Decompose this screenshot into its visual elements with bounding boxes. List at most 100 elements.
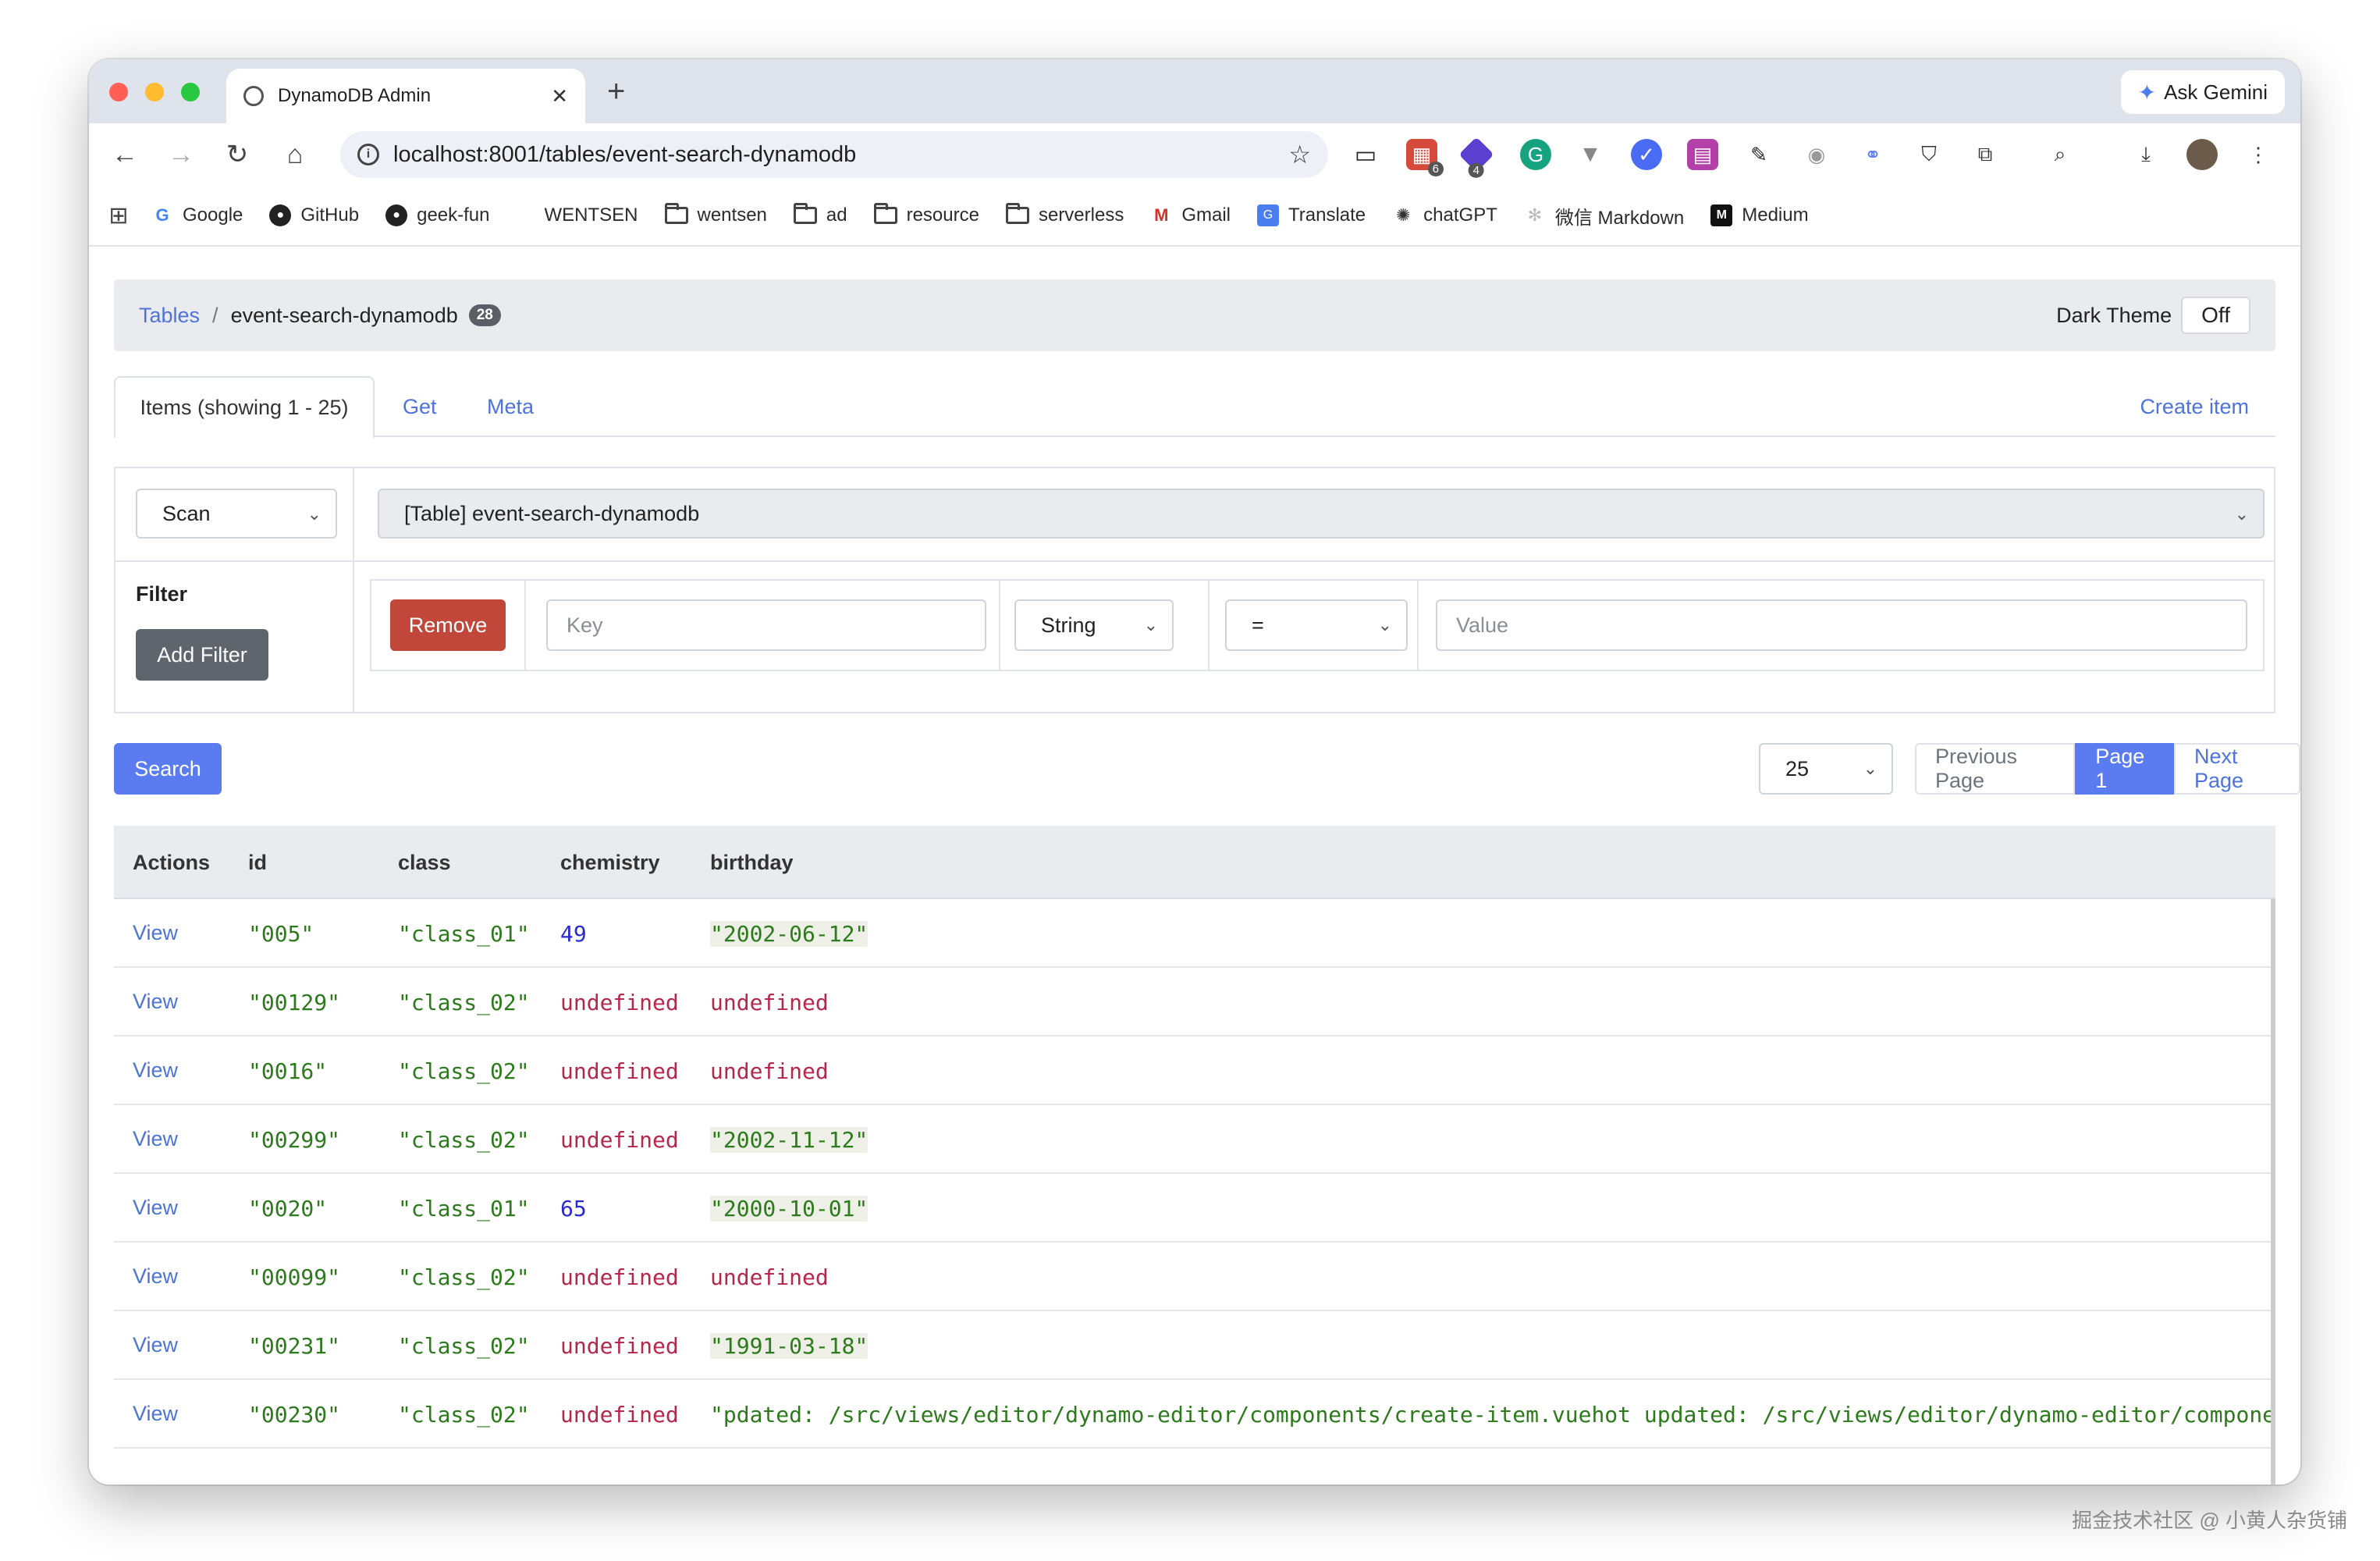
dark-theme-label: Dark Theme	[2056, 303, 2172, 327]
back-icon[interactable]: ←	[106, 136, 144, 173]
index-select[interactable]: [Table] event-search-dynamodb ⌄	[378, 489, 2265, 539]
view-link[interactable]: View	[133, 1264, 178, 1289]
extensions-puzzle-icon[interactable]: ⧉	[1970, 139, 2001, 170]
operation-select[interactable]: Scan ⌄	[136, 489, 337, 539]
extension-badge: 4	[1468, 162, 1484, 178]
tab-meta[interactable]: Meta	[487, 376, 534, 437]
remove-filter-button[interactable]: Remove	[390, 599, 506, 651]
bookmark-medium[interactable]: M Medium	[1710, 204, 1809, 226]
grammarly-extension-icon[interactable]: G	[1520, 139, 1551, 170]
bookmark-folder-resource[interactable]: resource	[873, 203, 979, 226]
bookmark-geek-fun[interactable]: ● geek-fun	[385, 204, 490, 226]
content-tabs: Items (showing 1 - 25) Get Meta Create i…	[114, 376, 2275, 439]
browser-tab[interactable]: DynamoDB Admin ✕	[226, 69, 585, 123]
bookmark-chatgpt[interactable]: ✺ chatGPT	[1392, 204, 1497, 226]
reload-icon[interactable]: ↻	[218, 136, 256, 173]
new-tab-button[interactable]: +	[607, 70, 625, 112]
home-icon[interactable]: ⌂	[276, 136, 314, 173]
bookmark-gmail[interactable]: M Gmail	[1150, 204, 1231, 226]
view-link[interactable]: View	[133, 990, 178, 1014]
create-item-link[interactable]: Create item	[2140, 376, 2249, 437]
cell-chemistry: 49	[560, 921, 587, 947]
extension-badge: 6	[1427, 162, 1444, 176]
diamond-extension-icon[interactable]: 4	[1458, 137, 1494, 178]
bookmarks-bar: ⊞ G Google ● GitHub ● geek-fun WENTSEN w…	[89, 186, 2300, 247]
current-page-button[interactable]: Page 1	[2075, 743, 2174, 795]
profile-avatar[interactable]	[2186, 139, 2218, 170]
bookmark-github[interactable]: ● GitHub	[269, 204, 359, 226]
tab-close-icon[interactable]: ✕	[551, 84, 568, 108]
cell-id: "00231"	[248, 1333, 341, 1359]
filter-type-select[interactable]: String ⌄	[1014, 599, 1174, 651]
view-link[interactable]: View	[133, 1333, 178, 1357]
bookmark-folder-wentsen[interactable]: wentsen	[664, 203, 767, 226]
cell-chemistry: 65	[560, 1196, 587, 1221]
maximize-window-button[interactable]	[181, 83, 200, 101]
share-extension-icon[interactable]: ⚭	[1857, 139, 1888, 170]
forward-icon[interactable]: →	[162, 136, 200, 173]
cell-chemistry: undefined	[560, 1264, 679, 1290]
cell-id: "0020"	[248, 1196, 328, 1221]
tab-title: DynamoDB Admin	[278, 85, 432, 106]
bookmark-translate[interactable]: G Translate	[1257, 204, 1366, 226]
download-icon[interactable]: ⤓	[2130, 139, 2162, 170]
bug-extension-icon[interactable]: ⛉	[1913, 139, 1945, 170]
column-header-birthday[interactable]: birthday	[710, 851, 794, 875]
breadcrumb: Tables / event-search-dynamodb 28 Dark T…	[114, 279, 2275, 351]
eyedropper-icon[interactable]: ✎	[1743, 139, 1774, 170]
vue-devtools-icon[interactable]: ▼	[1575, 139, 1606, 170]
cast-search-icon[interactable]: ⌕	[2044, 139, 2076, 170]
table-row: View "00230" "class_02" undefined "pdate…	[114, 1380, 2275, 1449]
breadcrumb-tables-link[interactable]: Tables	[139, 304, 200, 328]
folder-icon	[873, 203, 897, 224]
page-size-select[interactable]: 25 ⌄	[1759, 743, 1893, 795]
filter-key-input[interactable]: Key	[546, 599, 986, 651]
next-page-button[interactable]: Next Page	[2173, 743, 2300, 795]
site-info-icon[interactable]: i	[357, 144, 379, 165]
column-header-chemistry[interactable]: chemistry	[560, 851, 660, 875]
query-panel: Scan ⌄ [Table] event-search-dynamodb ⌄ F…	[114, 467, 2275, 713]
apps-grid-icon[interactable]: ⊞	[108, 203, 130, 229]
add-filter-button[interactable]: Add Filter	[136, 629, 268, 681]
previous-page-button[interactable]: Previous Page	[1915, 743, 2076, 795]
chevron-down-icon: ⌄	[1143, 615, 1158, 635]
ask-gemini-button[interactable]: ✦ Ask Gemini	[2120, 70, 2285, 114]
bookmark-wentsen-upper[interactable]: WENTSEN	[545, 204, 638, 226]
view-link[interactable]: View	[133, 1402, 178, 1426]
compass-extension-icon[interactable]: ✓	[1631, 139, 1662, 170]
code-extension-icon[interactable]: ▤	[1687, 139, 1718, 170]
calendar-extension-icon[interactable]: ▦ 6	[1406, 139, 1444, 176]
filter-value-input[interactable]: Value	[1436, 599, 2247, 651]
gemini-sparkle-icon: ✦	[2137, 80, 2157, 105]
bookmark-star-icon[interactable]: ☆	[1288, 140, 1311, 169]
more-menu-icon[interactable]: ⋮	[2243, 139, 2274, 170]
search-button[interactable]: Search	[114, 743, 222, 795]
cell-birthday: "2000-10-01"	[710, 1196, 869, 1221]
tab-items[interactable]: Items (showing 1 - 25)	[114, 376, 375, 439]
view-link[interactable]: View	[133, 1127, 178, 1151]
table-scrollbar[interactable]	[2271, 899, 2275, 1485]
bookmark-label: Google	[183, 204, 243, 226]
dark-theme-toggle[interactable]: Off	[2181, 297, 2250, 334]
bookmark-google[interactable]: G Google	[151, 204, 243, 226]
address-bar[interactable]: i localhost:8001/tables/event-search-dyn…	[340, 131, 1328, 178]
view-link[interactable]: View	[133, 1196, 178, 1220]
bookmark-folder-ad[interactable]: ad	[793, 203, 847, 226]
close-window-button[interactable]	[109, 83, 128, 101]
camera-extension-icon[interactable]: ◉	[1801, 139, 1832, 170]
gmail-icon: M	[1154, 205, 1169, 225]
column-header-class[interactable]: class	[398, 851, 451, 875]
filter-operator-select[interactable]: = ⌄	[1225, 599, 1408, 651]
bookmark-label: GitHub	[300, 204, 360, 226]
laptop-extension-icon[interactable]: ▭	[1350, 139, 1381, 170]
bookmark-wechat-markdown[interactable]: ✻ 微信 Markdown	[1524, 202, 1685, 229]
bookmark-folder-serverless[interactable]: serverless	[1005, 203, 1124, 226]
bookmark-label: WENTSEN	[544, 204, 638, 226]
minimize-window-button[interactable]	[145, 83, 164, 101]
table-row: View "00129" "class_02" undefined undefi…	[114, 968, 2272, 1037]
view-link[interactable]: View	[133, 921, 178, 945]
tab-get[interactable]: Get	[403, 376, 437, 437]
column-header-id[interactable]: id	[248, 851, 267, 875]
view-link[interactable]: View	[133, 1058, 178, 1083]
tab-strip: DynamoDB Admin ✕ + ✦ Ask Gemini	[89, 59, 2300, 123]
